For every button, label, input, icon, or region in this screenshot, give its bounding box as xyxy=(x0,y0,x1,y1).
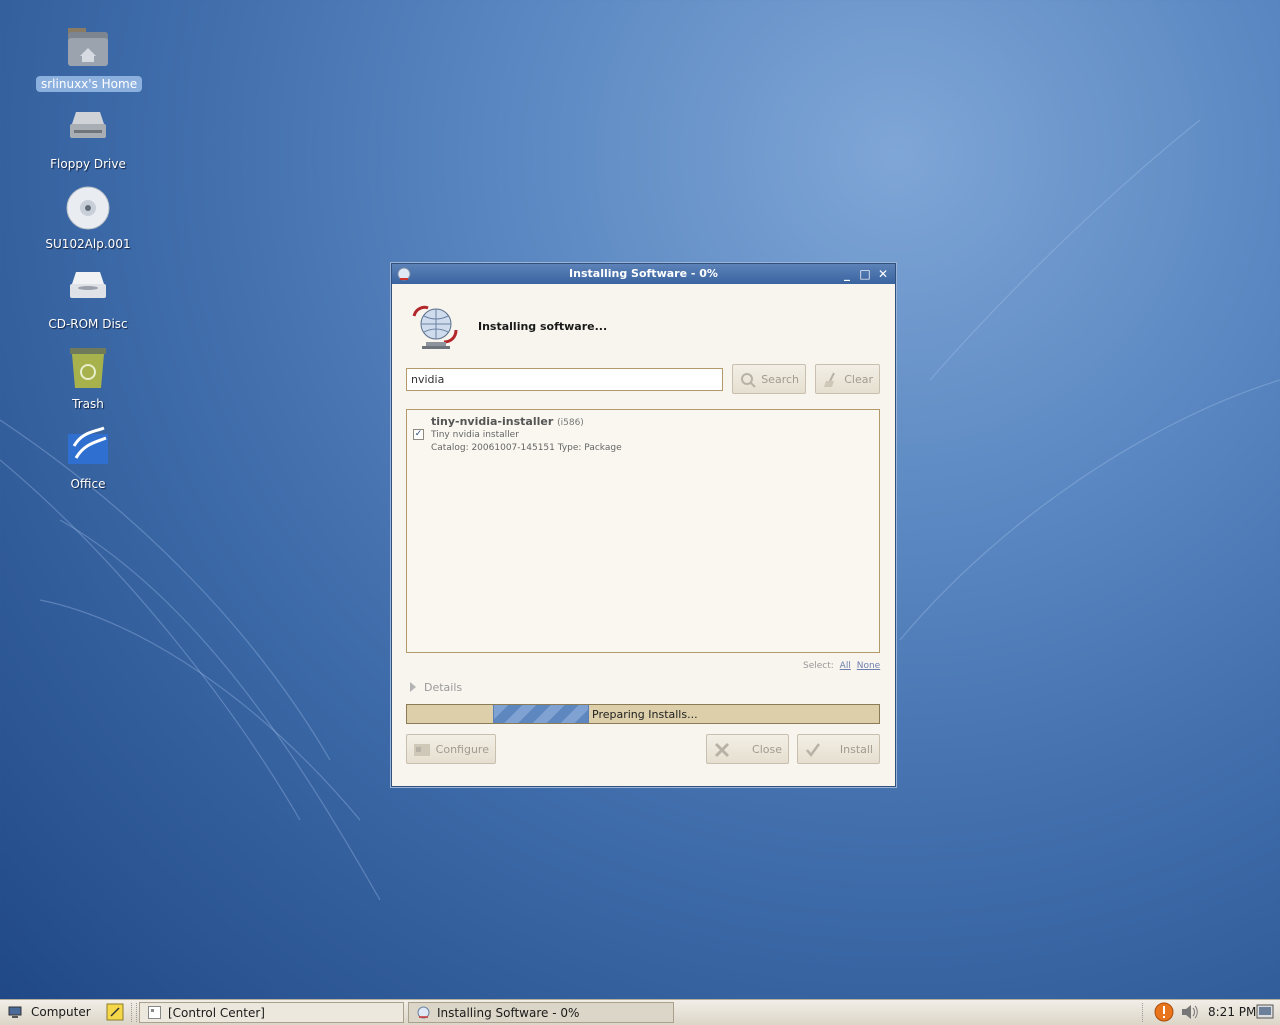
progress-text: Preparing Installs... xyxy=(592,708,698,721)
configure-icon xyxy=(413,741,431,759)
package-arch: (i586) xyxy=(557,418,584,428)
desktop-icon-trash[interactable]: Trash xyxy=(36,344,140,412)
update-alert-icon[interactable] xyxy=(1154,1002,1174,1022)
trash-icon xyxy=(64,344,112,392)
select-label: Select: xyxy=(803,661,834,671)
volume-icon[interactable] xyxy=(1180,1003,1200,1021)
maximize-icon[interactable]: □ xyxy=(858,267,872,281)
control-center-icon xyxy=(148,1006,161,1019)
package-name-line: tiny-nvidia-installer (i586) xyxy=(431,415,584,428)
search-icon xyxy=(739,371,757,389)
package-list[interactable]: ✓ tiny-nvidia-installer (i586) Tiny nvid… xyxy=(406,409,880,653)
clear-button-label: Clear xyxy=(844,373,873,386)
clear-button[interactable]: Clear xyxy=(815,364,880,394)
search-input[interactable] xyxy=(406,368,723,391)
package-description: Tiny nvidia installer xyxy=(431,430,519,440)
install-button-label: Install xyxy=(839,743,873,756)
window-title: Installing Software - 0% xyxy=(569,267,718,280)
desktop-icon-home[interactable]: srlinuxx's Home xyxy=(36,24,143,92)
details-expander[interactable]: Details xyxy=(410,681,462,694)
installer-heading: Installing software... xyxy=(478,320,608,333)
select-all-link[interactable]: All xyxy=(840,661,851,671)
expander-arrow-icon xyxy=(410,682,416,692)
installer-task-icon xyxy=(417,1006,430,1019)
desktop-icon-disc[interactable]: SU102Alp.001 xyxy=(36,184,140,252)
desktop-icon-office[interactable]: Office xyxy=(36,424,140,492)
office-icon xyxy=(64,424,112,472)
task-button-control-center[interactable]: [Control Center] xyxy=(139,1002,404,1023)
install-button[interactable]: Install xyxy=(797,734,880,764)
configure-button-label: Configure xyxy=(435,743,489,756)
configure-button[interactable]: Configure xyxy=(406,734,496,764)
minimize-icon[interactable]: _ xyxy=(840,267,854,281)
home-folder-icon xyxy=(64,24,112,72)
desktop-icon-label: SU102Alp.001 xyxy=(45,237,131,251)
cd-disc-icon xyxy=(64,184,112,232)
search-button-label: Search xyxy=(761,373,799,386)
package-checkbox[interactable]: ✓ xyxy=(413,429,424,440)
taskbar: Computer [Control Center] Installing Sof… xyxy=(0,999,1280,1025)
broom-icon xyxy=(822,371,840,389)
tray-handle xyxy=(1142,1003,1146,1022)
desktop-icon-label: srlinuxx's Home xyxy=(36,76,143,92)
note-icon[interactable] xyxy=(106,1003,124,1021)
progress-pulse xyxy=(493,705,589,723)
select-none-link[interactable]: None xyxy=(857,661,880,671)
desktop-icon-floppy[interactable]: Floppy Drive xyxy=(36,104,140,172)
task-label: Installing Software - 0% xyxy=(437,1006,580,1020)
installer-globe-icon xyxy=(410,304,462,352)
panel-handle[interactable] xyxy=(131,1003,137,1022)
task-label: [Control Center] xyxy=(168,1006,265,1020)
show-desktop-icon[interactable] xyxy=(1256,1003,1274,1021)
close-icon[interactable]: ✕ xyxy=(876,267,890,281)
task-button-installing-software[interactable]: Installing Software - 0% xyxy=(408,1002,674,1023)
desktop-icon-cdrom[interactable]: CD-ROM Disc xyxy=(36,264,140,332)
cdrom-drive-icon xyxy=(64,264,112,312)
package-name: tiny-nvidia-installer xyxy=(431,415,554,428)
progress-bar: Preparing Installs... xyxy=(406,704,880,724)
close-button[interactable]: Close xyxy=(706,734,789,764)
computer-menu-button[interactable]: Computer xyxy=(31,1005,91,1019)
desktop-icon-label: Office xyxy=(70,477,106,491)
computer-icon[interactable] xyxy=(8,1006,22,1018)
clock[interactable]: 8:21 PM xyxy=(1208,1005,1256,1019)
floppy-drive-icon xyxy=(64,104,112,152)
package-catalog: Catalog: 20061007-145151 Type: Package xyxy=(431,443,622,453)
desktop-icon-label: CD-ROM Disc xyxy=(48,317,128,331)
close-x-icon xyxy=(713,741,731,759)
details-label: Details xyxy=(424,681,463,694)
installer-window: Installing Software - 0% _ □ ✕ Installin… xyxy=(391,263,896,787)
desktop-icon-label: Trash xyxy=(72,397,104,411)
desktop-icon-label: Floppy Drive xyxy=(50,157,126,171)
close-button-label: Close xyxy=(752,743,782,756)
select-row: Select: All None xyxy=(803,661,880,671)
window-titlebar[interactable]: Installing Software - 0% _ □ ✕ xyxy=(392,264,895,284)
search-button[interactable]: Search xyxy=(732,364,806,394)
checkmark-icon xyxy=(804,741,822,759)
